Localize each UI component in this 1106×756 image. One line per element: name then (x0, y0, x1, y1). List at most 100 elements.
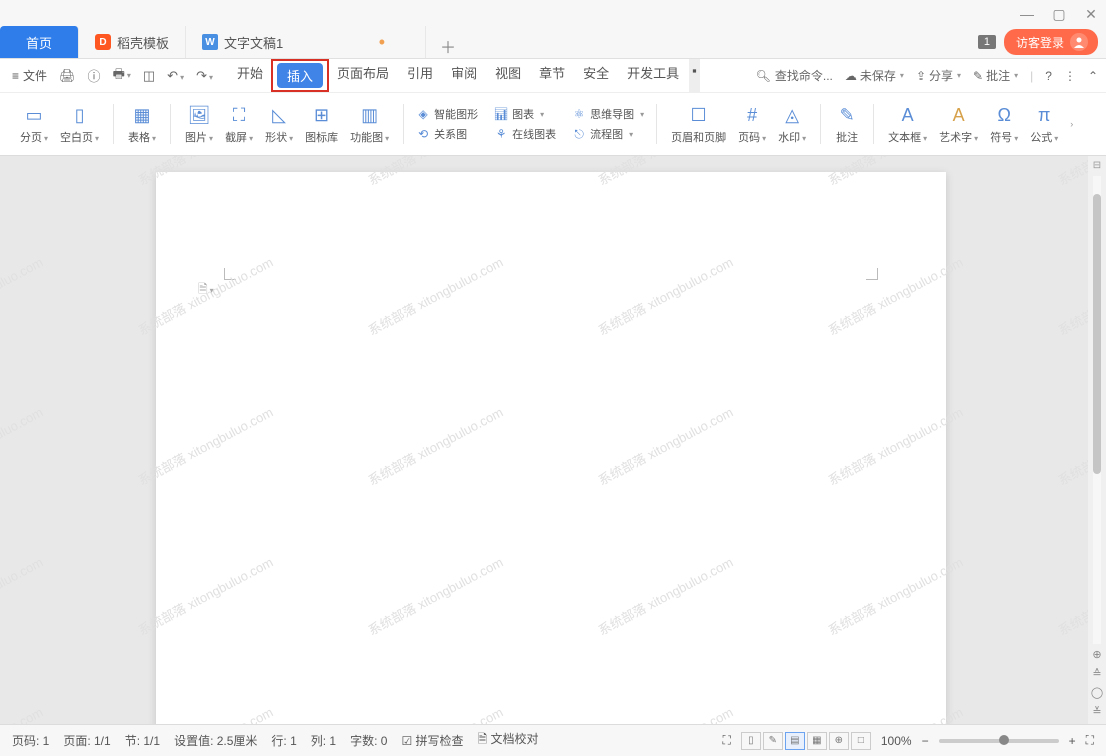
zoom-value[interactable]: 100% (881, 734, 912, 748)
redo-button[interactable]: ↷ (192, 66, 217, 86)
zoom-out-button[interactable]: − (922, 734, 929, 748)
ribbon: ▭分页 ▯空白页 ▦表格 🖼︎图片 ⛶截屏 ◺形状 ⊞图标库 ▥功能图 ◈智能图… (0, 93, 1106, 156)
minimize-button[interactable]: — (1020, 6, 1034, 23)
nav-up-icon[interactable]: ≙ (1092, 667, 1101, 680)
margin-mark-tr (866, 268, 878, 280)
ribbon-expand-icon[interactable]: › (1070, 119, 1073, 129)
zoom-in-button[interactable]: + (1069, 734, 1076, 748)
menu-reference[interactable]: 引用 (399, 59, 441, 92)
paragraph-options-icon[interactable]: 🗎 (198, 280, 214, 301)
menu-devtools[interactable]: 开发工具 (619, 59, 687, 92)
cloud-unsaved[interactable]: ☁未保存 (845, 67, 904, 84)
mindmap-button[interactable]: ⚛思维导图 (570, 105, 646, 123)
status-col[interactable]: 列: 1 (311, 732, 336, 749)
close-button[interactable]: ✕ (1084, 6, 1098, 23)
view-web[interactable]: ⊕ (829, 732, 849, 750)
status-spellcheck[interactable]: ☑ 拼写检查 (401, 732, 463, 749)
maximize-button[interactable]: ▢ (1052, 6, 1066, 23)
status-page[interactable]: 页面: 1/1 (63, 732, 110, 749)
view-outline[interactable]: ▦ (807, 732, 827, 750)
page-select-icon[interactable]: ◯ (1091, 686, 1103, 699)
header-footer-button[interactable]: ☐页眉和页脚 (667, 101, 730, 147)
shapes-button[interactable]: ◺形状 (261, 101, 297, 147)
equation-button[interactable]: π公式 (1026, 101, 1062, 147)
menu-start[interactable]: 开始 (229, 59, 271, 92)
status-row[interactable]: 行: 1 (271, 732, 296, 749)
quick-save-icon[interactable]: ◫ (139, 66, 159, 86)
nav-down-icon[interactable]: ≚ (1092, 705, 1101, 718)
options-icon[interactable]: ⋮ (1064, 69, 1076, 83)
view-edit[interactable]: ✎ (763, 732, 783, 750)
table-icon: ▦ (130, 103, 154, 127)
page-number-icon: # (740, 103, 764, 127)
search-command[interactable]: 🔍︎ 查找命令... (756, 67, 833, 84)
tab-document[interactable]: W 文字文稿1 • (186, 26, 426, 58)
tab-bar: 首页 D 稻壳模板 W 文字文稿1 • ＋ 1 访客登录 (0, 27, 1106, 59)
view-page[interactable]: ▤ (785, 732, 805, 750)
help-icon[interactable]: ? (1045, 69, 1052, 83)
login-button[interactable]: 访客登录 (1004, 29, 1098, 55)
collapse-ribbon-icon[interactable]: ⌃ (1088, 69, 1098, 83)
menu-review[interactable]: 审阅 (443, 59, 485, 92)
comment-icon: ✎ (835, 103, 859, 127)
screenshot-icon: ⛶ (227, 103, 251, 127)
undo-button[interactable]: ↶ (163, 66, 188, 86)
wordart-button[interactable]: A艺术字 (935, 101, 982, 147)
ruler-toggle-icon[interactable]: ⊟ (1093, 156, 1101, 176)
symbol-button[interactable]: Ω符号 (986, 101, 1022, 147)
new-tab-button[interactable]: ＋ (426, 34, 470, 58)
blank-page-icon: ▯ (68, 103, 92, 127)
blank-page-button[interactable]: ▯空白页 (56, 101, 103, 147)
menu-security[interactable]: 安全 (575, 59, 617, 92)
menu-more[interactable]: ▪ (689, 59, 700, 92)
menu-section[interactable]: 章节 (531, 59, 573, 92)
picture-button[interactable]: 🖼︎图片 (181, 101, 217, 147)
view-print[interactable]: □ (851, 732, 871, 750)
status-chars[interactable]: 字数: 0 (350, 732, 387, 749)
file-menu[interactable]: ≡ 文件 (8, 67, 51, 84)
status-position[interactable]: 设置值: 2.5厘米 (174, 732, 257, 749)
tab-count-badge[interactable]: 1 (978, 35, 996, 49)
menu-insert[interactable]: 插入 (277, 63, 323, 88)
iconlib-icon: ⊞ (310, 103, 334, 127)
page-break-button[interactable]: ▭分页 (16, 101, 52, 147)
smartart-icon: ◈ (416, 107, 430, 121)
vertical-scrollbar[interactable]: ⊟ ⊕ ≙ ◯ ≚ (1088, 156, 1106, 724)
iconlib-button[interactable]: ⊞图标库 (301, 101, 342, 147)
tab-template[interactable]: D 稻壳模板 (79, 26, 186, 58)
tab-home[interactable]: 首页 (0, 26, 79, 58)
page-up-icon[interactable]: ⊕ (1092, 648, 1101, 661)
view-read[interactable]: ▯ (741, 732, 761, 750)
flowchart-button[interactable]: ⎋流程图 (570, 125, 646, 143)
document-canvas[interactable]: 🗎 系统部落 xitongbuluo.com系统部落 xitongbuluo.c… (0, 156, 1088, 724)
smartart-button[interactable]: ◈智能图形 (414, 105, 480, 123)
watermark-icon: ◬ (780, 103, 804, 127)
online-chart-button[interactable]: ⚘在线图表 (492, 125, 558, 143)
textbox-button[interactable]: A文本框 (884, 101, 931, 147)
save-icon[interactable]: 🖨︎ (55, 66, 80, 86)
page[interactable]: 🗎 (156, 172, 946, 724)
watermark-button[interactable]: ◬水印 (774, 101, 810, 147)
relation-button[interactable]: ⟲关系图 (414, 125, 480, 143)
fit-page-icon[interactable]: ⛶ (1086, 733, 1094, 748)
menu-view[interactable]: 视图 (487, 59, 529, 92)
preview-icon[interactable]: ⓘ (84, 64, 105, 87)
cloud-share[interactable]: ⇪分享 (916, 67, 961, 84)
table-button[interactable]: ▦表格 (124, 101, 160, 147)
mindmap-icon: ⚛ (572, 107, 586, 121)
screenshot-button[interactable]: ⛶截屏 (221, 101, 257, 147)
scroll-thumb[interactable] (1093, 194, 1101, 474)
menu-layout[interactable]: 页面布局 (329, 59, 397, 92)
focus-mode-icon[interactable]: ⛶ (722, 733, 730, 748)
status-pageno[interactable]: 页码: 1 (12, 732, 49, 749)
cloud-annotate[interactable]: ✎批注 (973, 67, 1018, 84)
page-number-button[interactable]: #页码 (734, 101, 770, 147)
comment-button[interactable]: ✎批注 (831, 101, 863, 147)
funcpic-button[interactable]: ▥功能图 (346, 101, 393, 147)
chart-button[interactable]: 📊︎图表 (492, 105, 558, 123)
status-section[interactable]: 节: 1/1 (125, 732, 160, 749)
status-proofreading[interactable]: 🗎 文档校对 (478, 730, 539, 751)
zoom-slider[interactable] (939, 739, 1059, 743)
modified-indicator: • (379, 32, 385, 53)
print-icon[interactable]: 🖶︎ (109, 63, 135, 89)
